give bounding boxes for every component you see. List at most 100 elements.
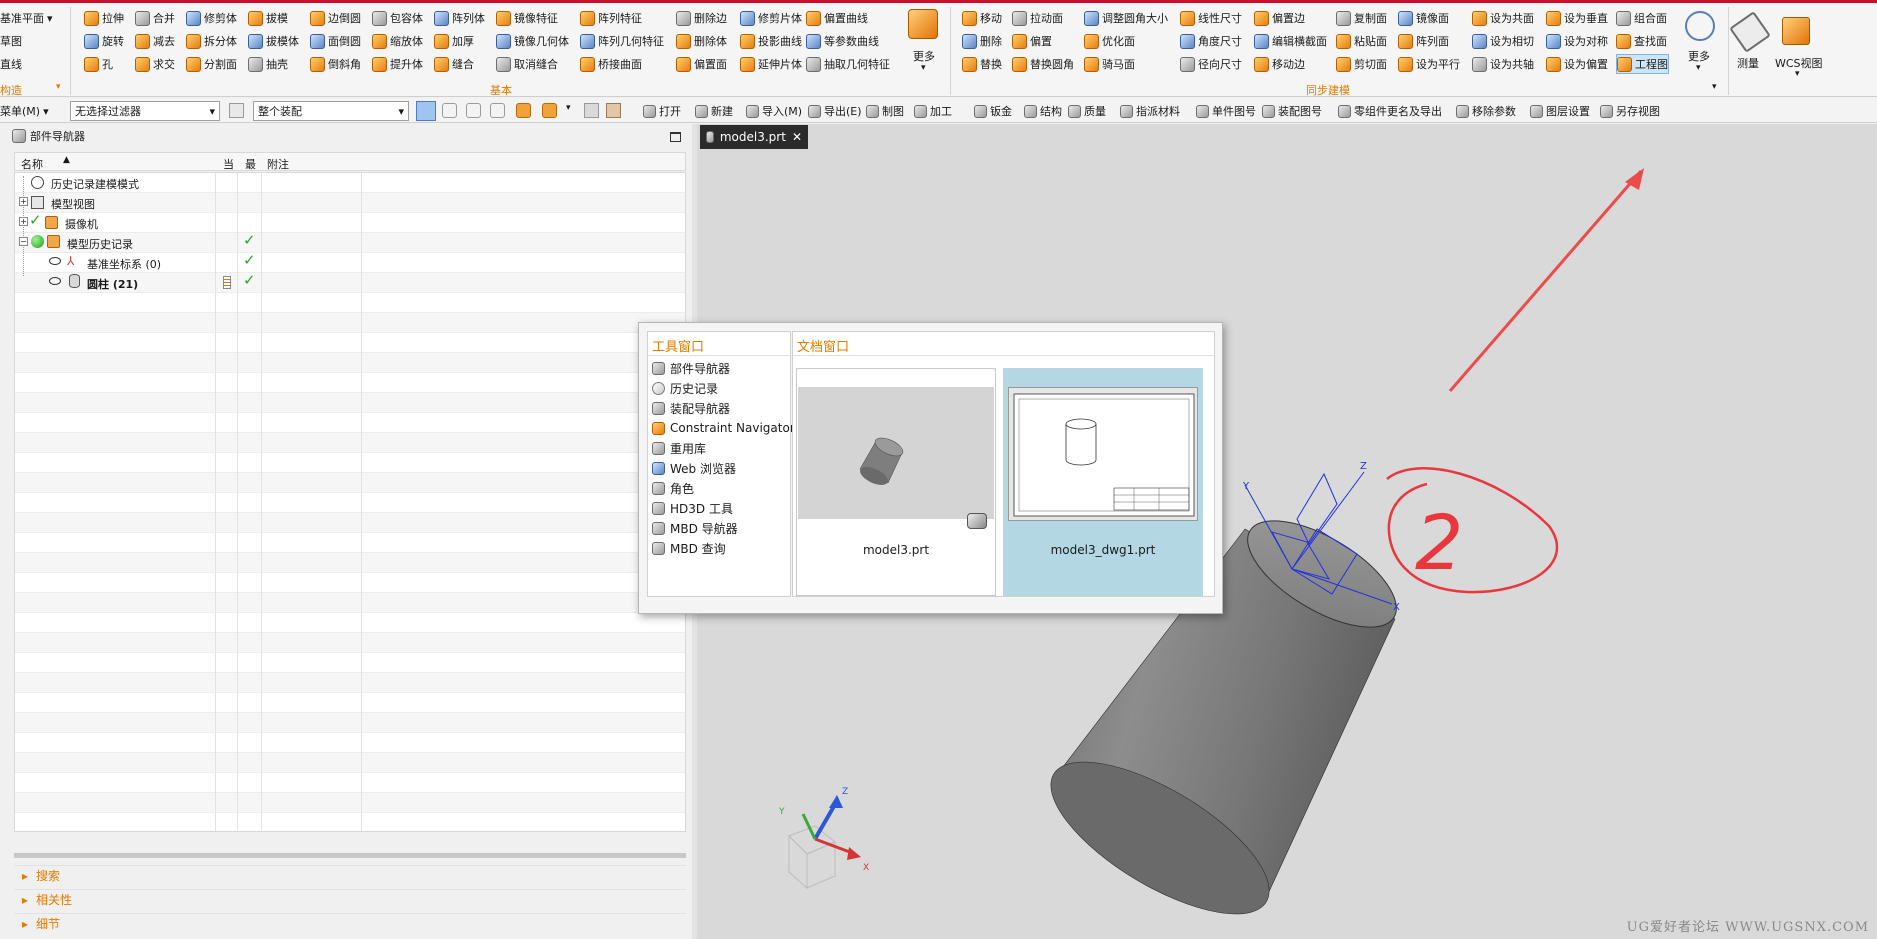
ribbon-command-button[interactable]: 角度尺寸 bbox=[1180, 31, 1242, 51]
ribbon-command-button[interactable]: 减去 bbox=[135, 31, 175, 51]
select-mode-icon[interactable] bbox=[416, 101, 436, 121]
ribbon-command-button[interactable]: 求交 bbox=[135, 54, 175, 74]
group-expand-icon[interactable]: ▾ bbox=[1712, 82, 1717, 92]
ribbon-command-button[interactable]: 调整圆角大小 bbox=[1084, 8, 1168, 28]
ribbon-command-button[interactable]: 移动 bbox=[962, 8, 1002, 28]
close-tab-icon[interactable]: ✕ bbox=[792, 130, 802, 144]
ribbon-command-button[interactable]: 径向尺寸 bbox=[1180, 54, 1242, 74]
sketch-button[interactable]: 草图 bbox=[0, 31, 22, 51]
ribbon-command-button[interactable]: 线性尺寸 bbox=[1180, 8, 1242, 28]
measure-icon[interactable] bbox=[1729, 11, 1771, 53]
ribbon-command-button[interactable]: 修剪片体 bbox=[740, 8, 802, 28]
dependencies-section[interactable]: ▸ 相关性 bbox=[14, 889, 686, 909]
toolbar-item[interactable]: 指派材料 bbox=[1120, 102, 1180, 120]
ribbon-command-button[interactable]: 设为平行 bbox=[1398, 54, 1460, 74]
ribbon-command-button[interactable]: 设为偏置 bbox=[1546, 54, 1608, 74]
eye-icon[interactable] bbox=[49, 277, 61, 285]
sort-ascending-icon[interactable]: ▲ bbox=[63, 155, 70, 165]
tree-item-model-history[interactable]: 模型历史记录 bbox=[67, 236, 133, 252]
splitter[interactable] bbox=[14, 853, 686, 858]
ribbon-command-button[interactable]: 包容体 bbox=[372, 8, 423, 28]
body-filter-icon[interactable] bbox=[516, 103, 531, 118]
filter-icon[interactable] bbox=[229, 103, 244, 118]
ribbon-command-button[interactable]: 设为对称 bbox=[1546, 31, 1608, 51]
ribbon-command-button[interactable]: 阵列特征 bbox=[580, 8, 642, 28]
ribbon-command-button[interactable]: 孔 bbox=[84, 54, 113, 74]
sync-more-dropdown-icon[interactable]: ▾ bbox=[1696, 63, 1701, 73]
ribbon-command-button[interactable]: 设为共轴 bbox=[1472, 54, 1534, 74]
tree-item-model-views[interactable]: 模型视图 bbox=[51, 196, 95, 212]
table-row[interactable] bbox=[15, 213, 685, 233]
ribbon-command-button[interactable]: 取消缝合 bbox=[496, 54, 558, 74]
col-name[interactable]: 名称 bbox=[21, 156, 43, 172]
wcs-view-icon[interactable] bbox=[1782, 17, 1810, 45]
ribbon-command-button[interactable]: 查找面 bbox=[1616, 31, 1667, 51]
tree-item-datum-csys[interactable]: 基准坐标系 (0) bbox=[87, 256, 161, 272]
ribbon-command-button[interactable]: 阵列体 bbox=[434, 8, 485, 28]
tool-window-item[interactable]: 历史记录 bbox=[652, 378, 718, 398]
ribbon-command-button[interactable]: 边倒圆 bbox=[310, 8, 361, 28]
toolbar-item[interactable]: 装配图号 bbox=[1262, 102, 1322, 120]
ribbon-command-button[interactable]: 镜像面 bbox=[1398, 8, 1449, 28]
wcs-dropdown-icon[interactable]: ▾ bbox=[1795, 69, 1800, 79]
toolbar-item[interactable]: 质量 bbox=[1068, 102, 1106, 120]
toolbar-item[interactable]: 新建 bbox=[695, 102, 733, 120]
ribbon-command-button[interactable]: 阵列面 bbox=[1398, 31, 1449, 51]
tree-item-cylinder[interactable]: 圆柱 (21) bbox=[87, 276, 138, 292]
ribbon-command-button[interactable]: 拔模 bbox=[248, 8, 288, 28]
tool-window-item[interactable]: HD3D 工具 bbox=[652, 498, 733, 518]
ribbon-command-button[interactable]: 编辑横截面 bbox=[1254, 31, 1327, 51]
ribbon-command-button[interactable]: 偏置曲线 bbox=[806, 8, 868, 28]
toolbar-item[interactable]: 加工 bbox=[914, 102, 952, 120]
ribbon-command-button[interactable]: 倒斜角 bbox=[310, 54, 361, 74]
ribbon-command-button[interactable]: 面倒圆 bbox=[310, 31, 361, 51]
sync-more-label[interactable]: 更多 bbox=[1688, 48, 1710, 64]
ribbon-command-button[interactable]: 抽壳 bbox=[248, 54, 288, 74]
ribbon-command-button[interactable]: 阵列几何特征 bbox=[580, 31, 664, 51]
ribbon-command-button[interactable]: 缝合 bbox=[434, 54, 474, 74]
ribbon-command-button[interactable]: 拉伸 bbox=[84, 8, 124, 28]
ribbon-command-button[interactable]: 粘贴面 bbox=[1336, 31, 1387, 51]
ribbon-command-button[interactable]: 投影曲线 bbox=[740, 31, 802, 51]
ribbon-command-button[interactable]: 合并 bbox=[135, 8, 175, 28]
more-label[interactable]: 更多 bbox=[913, 48, 935, 64]
expand-icon[interactable]: + bbox=[19, 217, 28, 226]
ribbon-command-button[interactable]: 设为垂直 bbox=[1546, 8, 1608, 28]
toolbar-item[interactable]: 钣金 bbox=[974, 102, 1012, 120]
eye-icon[interactable] bbox=[49, 257, 61, 265]
view-triad[interactable]: Z X Y bbox=[778, 787, 869, 890]
toolbar-item[interactable]: 移除参数 bbox=[1456, 102, 1516, 120]
tree-item-history-mode[interactable]: 历史记录建模模式 bbox=[51, 176, 139, 192]
ribbon-command-button[interactable]: 复制面 bbox=[1336, 8, 1387, 28]
box-icon[interactable] bbox=[606, 103, 621, 118]
ribbon-command-button[interactable]: 偏置面 bbox=[676, 54, 727, 74]
toolbar-item[interactable]: 单件图号 bbox=[1196, 102, 1256, 120]
toolbar-item[interactable]: 导出(E) bbox=[808, 102, 862, 120]
snap-icon[interactable] bbox=[442, 103, 457, 118]
dropdown-arrow-icon[interactable]: ▾ bbox=[566, 103, 571, 113]
ribbon-command-button[interactable]: 剪切面 bbox=[1336, 54, 1387, 74]
ribbon-command-button[interactable]: 镜像几何体 bbox=[496, 31, 569, 51]
more-features-icon[interactable] bbox=[908, 9, 938, 39]
toolbar-item[interactable]: 打开 bbox=[643, 102, 681, 120]
line-button[interactable]: 直线 bbox=[0, 54, 22, 74]
toolbar-item[interactable]: 零组件更名及导出 bbox=[1338, 102, 1442, 120]
ribbon-command-button[interactable]: 旋转 bbox=[84, 31, 124, 51]
measure-label[interactable]: 测量 bbox=[1737, 55, 1759, 71]
tree-item-cameras[interactable]: 摄像机 bbox=[65, 216, 98, 232]
col-latest[interactable]: 最 bbox=[245, 156, 256, 172]
toolbar-item[interactable]: 另存视图 bbox=[1600, 102, 1660, 120]
drawing-button[interactable]: 工程图 bbox=[1616, 54, 1669, 74]
ribbon-command-button[interactable]: 删除 bbox=[962, 31, 1002, 51]
ribbon-command-button[interactable]: 偏置 bbox=[1012, 31, 1052, 51]
ribbon-command-button[interactable]: 延伸片体 bbox=[740, 54, 802, 74]
ribbon-command-button[interactable]: 偏置边 bbox=[1254, 8, 1305, 28]
collapse-icon[interactable]: − bbox=[19, 237, 28, 246]
ribbon-command-button[interactable]: 设为共面 bbox=[1472, 8, 1534, 28]
ribbon-command-button[interactable]: 删除体 bbox=[676, 31, 727, 51]
col-note[interactable]: 附注 bbox=[267, 156, 289, 172]
checkmark-icon[interactable]: ✓ bbox=[29, 211, 42, 229]
tool-window-item[interactable]: 重用库 bbox=[652, 438, 706, 458]
ribbon-command-button[interactable]: 加厚 bbox=[434, 31, 474, 51]
point-snap-icon[interactable] bbox=[466, 103, 481, 118]
